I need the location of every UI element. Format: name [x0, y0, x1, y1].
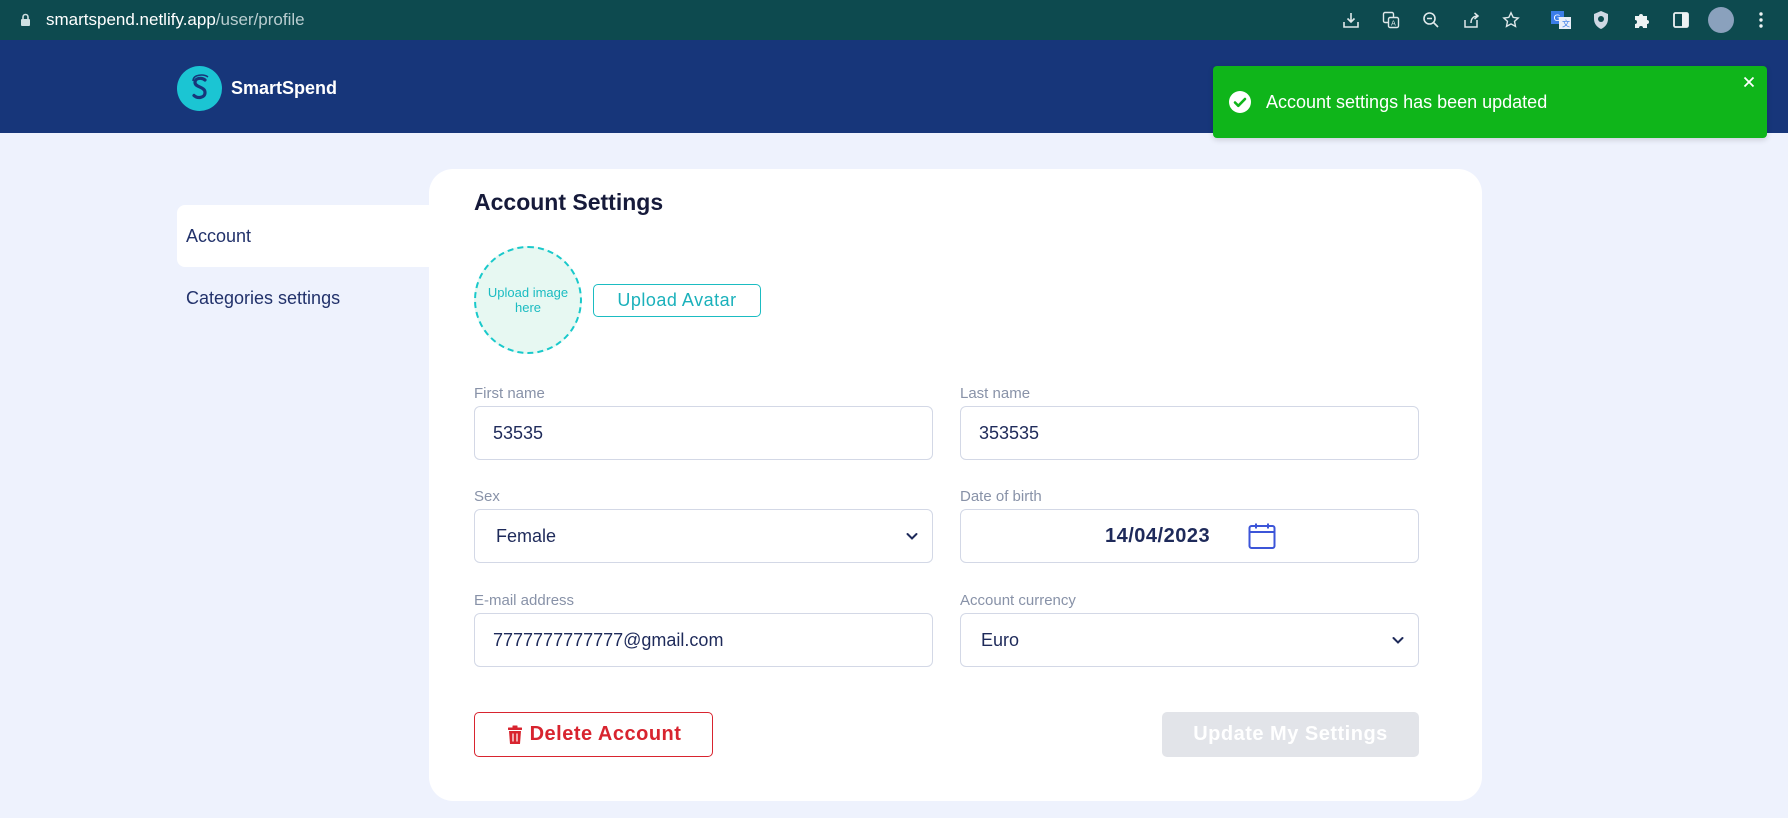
- zoom-icon[interactable]: [1411, 0, 1451, 40]
- page-title: Account Settings: [474, 189, 664, 215]
- email-field-box: [474, 613, 933, 667]
- dropzone-text: Upload image here: [487, 285, 569, 315]
- account-settings-card: Account Settings Upload image here Uploa…: [429, 169, 1482, 801]
- svg-text:文: 文: [1562, 19, 1570, 29]
- chevron-down-icon: [904, 528, 920, 544]
- settings-sidebar: Account Categories settings: [177, 205, 430, 329]
- trash-icon: [506, 725, 524, 745]
- dob-value: 14/04/2023: [1105, 525, 1211, 547]
- app-name: SmartSpend: [231, 78, 338, 98]
- shield-extension-icon[interactable]: [1581, 0, 1621, 40]
- address-bar[interactable]: smartspend.netlify.app/user/profile: [18, 10, 305, 30]
- sex-selected-value: Female: [496, 525, 557, 546]
- star-icon[interactable]: [1491, 0, 1531, 40]
- puzzle-icon[interactable]: [1621, 0, 1661, 40]
- sidebar-item-account[interactable]: Account: [177, 205, 430, 267]
- app-logo[interactable]: SmartSpend: [177, 66, 337, 111]
- toast-message: Account settings has been updated: [1266, 91, 1548, 112]
- dob-label: Date of birth: [960, 488, 1042, 505]
- first-name-input[interactable]: [475, 407, 932, 459]
- check-circle-icon: [1228, 90, 1252, 114]
- svg-text:A: A: [1391, 20, 1396, 28]
- currency-select[interactable]: Euro: [960, 613, 1419, 667]
- last-name-field-box: [960, 406, 1419, 460]
- success-toast: Account settings has been updated: [1213, 66, 1767, 138]
- upload-avatar-button[interactable]: Upload Avatar: [593, 284, 761, 317]
- calendar-icon[interactable]: [1247, 521, 1277, 551]
- url-host: smartspend.netlify.app: [46, 10, 216, 29]
- sex-label: Sex: [474, 488, 500, 505]
- email-label: E-mail address: [474, 592, 575, 609]
- avatar-dropzone[interactable]: Upload image here: [474, 246, 582, 354]
- sidebar-item-label: Account: [186, 225, 252, 246]
- url-path: /user/profile: [215, 10, 305, 29]
- extension-translate-icon[interactable]: G文: [1541, 0, 1581, 40]
- logo-icon: [177, 66, 222, 111]
- delete-account-label: Delete Account: [529, 723, 682, 745]
- share-icon[interactable]: [1451, 0, 1491, 40]
- chevron-down-icon: [1390, 632, 1406, 648]
- lock-icon[interactable]: [18, 12, 32, 28]
- close-icon[interactable]: [1741, 74, 1757, 90]
- profile-avatar[interactable]: [1701, 0, 1741, 40]
- email-input[interactable]: [475, 614, 932, 666]
- sidepanel-icon[interactable]: [1661, 0, 1701, 40]
- dob-picker[interactable]: 14/04/2023: [960, 509, 1419, 563]
- sidebar-item-categories-settings[interactable]: Categories settings: [177, 267, 430, 329]
- update-settings-button[interactable]: Update My Settings: [1162, 712, 1419, 757]
- first-name-field-box: [474, 406, 933, 460]
- browser-toolbar: smartspend.netlify.app/user/profile A G文: [0, 0, 1788, 40]
- translate-icon[interactable]: A: [1371, 0, 1411, 40]
- delete-account-button[interactable]: Delete Account: [474, 712, 713, 757]
- first-name-label: First name: [474, 385, 545, 402]
- currency-selected-value: Euro: [981, 629, 1020, 650]
- currency-label: Account currency: [960, 592, 1076, 609]
- download-icon[interactable]: [1331, 0, 1371, 40]
- last-name-label: Last name: [960, 385, 1031, 402]
- last-name-input[interactable]: [961, 407, 1418, 459]
- menu-kebab-icon[interactable]: [1741, 0, 1781, 40]
- sex-select[interactable]: Female: [474, 509, 933, 563]
- sidebar-item-label: Categories settings: [186, 287, 341, 308]
